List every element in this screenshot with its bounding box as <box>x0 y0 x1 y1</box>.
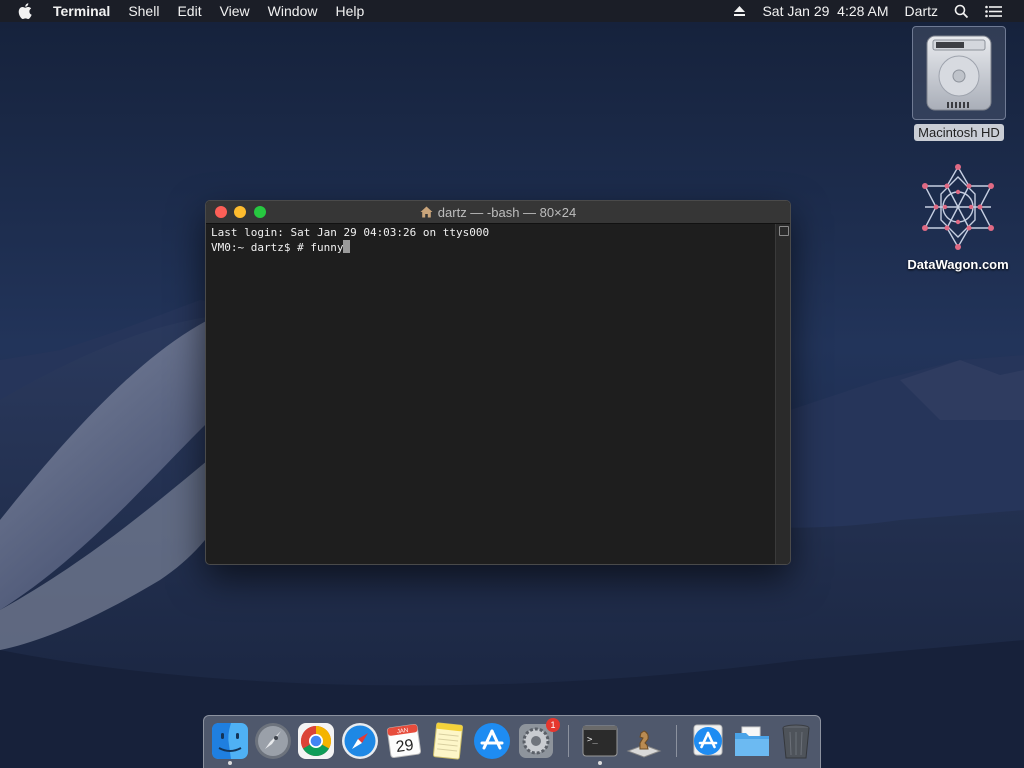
dock-documents-folder[interactable] <box>732 721 772 761</box>
menu-view[interactable]: View <box>211 0 259 22</box>
split-pane-icon[interactable] <box>779 226 789 236</box>
dock-system-preferences[interactable]: 1 <box>516 718 560 761</box>
dock-trash[interactable] <box>776 721 816 761</box>
app-menu-terminal[interactable]: Terminal <box>44 0 119 22</box>
menu-shell[interactable]: Shell <box>119 0 168 22</box>
dock-safari[interactable] <box>340 721 380 761</box>
menu-clock[interactable]: Sat Jan 29 4:28 AM <box>754 0 896 22</box>
finder-icon <box>212 723 248 759</box>
running-indicator <box>598 761 602 765</box>
notification-center-icon[interactable] <box>977 5 1024 18</box>
window-title: dartz — -bash — 80×24 <box>437 204 577 220</box>
window-titlebar[interactable]: dartz — -bash — 80×24 <box>206 201 790 224</box>
eject-icon[interactable] <box>725 5 754 17</box>
terminal-line: VM0:~ dartz$ # funny <box>211 241 344 254</box>
chrome-icon <box>298 723 334 759</box>
dock-finder[interactable] <box>210 721 250 765</box>
text-cursor <box>343 240 351 253</box>
dock-terminal[interactable]: >_ <box>580 721 620 765</box>
desktop-icon-datawagon[interactable]: DataWagon.com <box>898 164 1018 272</box>
terminal-line: Last login: Sat Jan 29 04:03:26 on ttys0… <box>211 226 490 239</box>
calendar-day: 29 <box>395 737 415 756</box>
dock: JAN 29 1 >_ <box>203 715 821 768</box>
running-indicator <box>228 761 232 765</box>
desktop-icon-macintosh-hd[interactable]: Macintosh HD <box>904 26 1014 141</box>
icon-selection-frame <box>912 26 1006 120</box>
menu-window[interactable]: Window <box>259 0 327 22</box>
close-button[interactable] <box>215 206 227 218</box>
dock-calendar[interactable]: JAN 29 <box>384 721 424 761</box>
menu-edit[interactable]: Edit <box>168 0 210 22</box>
app-store-icon <box>474 723 510 759</box>
desktop-icon-label: Macintosh HD <box>914 124 1004 141</box>
desktop-icon-label: DataWagon.com <box>907 257 1009 272</box>
chess-icon <box>626 730 662 758</box>
dock-notes[interactable] <box>428 721 468 761</box>
folder-icon <box>735 726 769 756</box>
hard-drive-icon <box>926 35 992 111</box>
menu-bar: Terminal Shell Edit View Window Help Sat… <box>0 0 1024 22</box>
terminal-output[interactable]: Last login: Sat Jan 29 04:03:26 on ttys0… <box>206 224 776 564</box>
window-title-group: dartz — -bash — 80×24 <box>420 205 576 220</box>
terminal-window[interactable]: dartz — -bash — 80×24 Last login: Sat Ja… <box>205 200 791 565</box>
svg-text:>_: >_ <box>587 735 598 745</box>
apple-icon <box>18 3 32 19</box>
notification-badge: 1 <box>546 718 560 732</box>
safari-icon <box>342 723 378 759</box>
apple-menu[interactable] <box>0 3 44 19</box>
terminal-icon: >_ <box>582 725 618 757</box>
minimize-button[interactable] <box>234 206 246 218</box>
dock-separator <box>676 725 677 757</box>
dock-chess[interactable] <box>624 721 664 761</box>
dock-app-store-downloads[interactable] <box>688 721 728 761</box>
menu-user[interactable]: Dartz <box>897 0 946 22</box>
datawagon-logo-icon <box>922 164 994 250</box>
home-icon <box>420 206 433 218</box>
terminal-prompt-line: VM0:~ dartz$ # funny <box>211 240 771 255</box>
dock-app-store[interactable] <box>472 721 512 761</box>
vertical-scrollbar[interactable] <box>775 224 790 564</box>
trash-icon <box>782 724 810 759</box>
menu-help[interactable]: Help <box>326 0 373 22</box>
dock-launchpad[interactable] <box>253 721 293 761</box>
zoom-button[interactable] <box>254 206 266 218</box>
spotlight-search-icon[interactable] <box>946 4 977 19</box>
dock-separator <box>568 725 569 757</box>
launchpad-icon <box>255 723 291 759</box>
calendar-icon: JAN 29 <box>386 723 422 759</box>
notes-icon <box>432 722 464 760</box>
dock-chrome[interactable] <box>296 721 336 761</box>
app-store-stack-icon <box>693 724 723 756</box>
